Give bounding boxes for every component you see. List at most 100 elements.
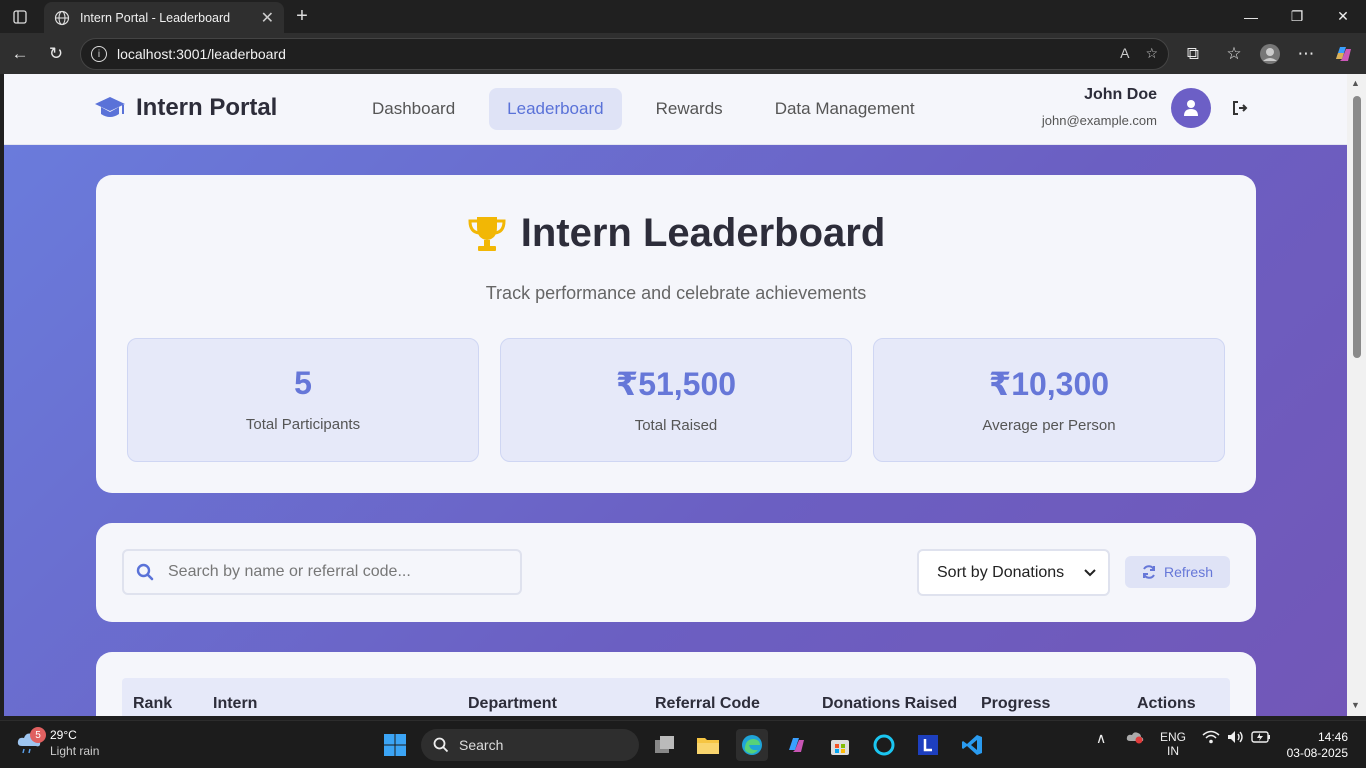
profile-icon[interactable]	[1257, 41, 1283, 67]
refresh-button[interactable]: Refresh	[1125, 556, 1230, 588]
windows-taskbar: 5 29°C Light rain Search ∧ ENG IN 14:46 …	[0, 720, 1366, 768]
search-input[interactable]	[168, 563, 488, 581]
back-icon[interactable]: ←	[7, 41, 33, 67]
task-view-icon[interactable]	[649, 729, 681, 761]
store-icon[interactable]	[824, 729, 856, 761]
volume-icon[interactable]	[1227, 730, 1245, 747]
language-top: ENG	[1160, 730, 1187, 744]
nav-data-management[interactable]: Data Management	[757, 88, 933, 130]
vscode-icon[interactable]	[956, 729, 988, 761]
browser-titlebar: Intern Portal - Leaderboard ✕ + — ❐ ✕	[0, 0, 1366, 33]
chevron-down-icon	[1084, 568, 1096, 576]
nav-leaderboard[interactable]: Leaderboard	[489, 88, 622, 130]
nav-rewards[interactable]: Rewards	[638, 88, 741, 130]
leaderboard-summary-card: Intern Leaderboard Track performance and…	[96, 175, 1256, 493]
user-icon	[1184, 100, 1198, 116]
close-window-icon[interactable]: ✕	[1320, 0, 1366, 33]
stat-label: Total Participants	[245, 416, 361, 433]
page-subtitle: Track performance and celebrate achievem…	[485, 283, 867, 303]
table-header: Rank Intern Department Referral Code Don…	[122, 678, 1230, 716]
page-scrollbar[interactable]: ▲ ▼	[1347, 74, 1366, 716]
weather-temp: 29°C	[50, 728, 77, 742]
stat-label: Average per Person	[982, 417, 1116, 434]
column-header-actions: Actions	[1137, 695, 1196, 712]
alexa-icon[interactable]	[868, 729, 900, 761]
more-menu-icon[interactable]: ⋯	[1293, 41, 1319, 67]
sort-select[interactable]: Sort by Donations	[917, 549, 1110, 596]
close-tab-icon[interactable]: ✕	[261, 8, 274, 28]
app-header: Intern Portal Dashboard Leaderboard Rewa…	[4, 74, 1347, 145]
column-header-progress[interactable]: Progress	[981, 695, 1050, 713]
favorite-star-icon[interactable]: ☆	[1145, 45, 1158, 62]
onedrive-status-icon[interactable]	[1126, 730, 1144, 747]
scroll-down-icon[interactable]: ▼	[1351, 700, 1360, 710]
sort-select-value: Sort by Donations	[937, 563, 1065, 581]
refresh-label: Refresh	[1163, 564, 1214, 580]
reload-icon[interactable]: ↻	[43, 41, 69, 67]
edge-browser-icon[interactable]	[736, 729, 768, 761]
brand-name: Intern Portal	[136, 94, 278, 121]
tab-title: Intern Portal - Leaderboard	[80, 10, 231, 25]
clock-date: 03-08-2025	[1286, 746, 1348, 760]
l-app-icon[interactable]	[912, 729, 944, 761]
leaderboard-table-card: Rank Intern Department Referral Code Don…	[96, 652, 1256, 716]
user-name: John Doe	[1084, 86, 1157, 103]
battery-icon[interactable]	[1251, 730, 1271, 747]
tab-actions-icon[interactable]	[4, 4, 36, 30]
brand[interactable]: Intern Portal	[94, 94, 277, 122]
scrollbar-thumb[interactable]	[1353, 96, 1361, 358]
wifi-icon[interactable]	[1202, 730, 1220, 747]
copilot-icon[interactable]	[1330, 41, 1356, 67]
stat-value: ₹51,500	[615, 366, 737, 402]
browser-toolbar: ← ↻ i localhost:3001/leaderboard A ☆ ⧉ ☆…	[0, 33, 1366, 74]
page-viewport: Intern Portal Dashboard Leaderboard Rewa…	[4, 74, 1347, 716]
site-info-icon[interactable]: i	[91, 46, 107, 62]
avatar[interactable]	[1171, 88, 1211, 128]
taskbar-search[interactable]: Search	[421, 729, 639, 761]
trophy-icon	[468, 216, 506, 251]
column-header-department[interactable]: Department	[468, 695, 557, 713]
weather-widget[interactable]: 5 29°C Light rain	[16, 727, 100, 758]
extensions-icon[interactable]: ⧉	[1180, 41, 1206, 67]
taskbar-search-label: Search	[459, 737, 504, 753]
main-nav: Dashboard Leaderboard Rewards Data Manag…	[354, 88, 933, 130]
address-bar[interactable]: i localhost:3001/leaderboard A ☆	[80, 38, 1169, 70]
language-bottom: IN	[1167, 744, 1179, 758]
search-box[interactable]	[122, 549, 522, 595]
user-email: john@example.com	[1041, 113, 1157, 128]
stat-total-raised: ₹51,500 Total Raised	[500, 338, 852, 462]
page-title-row: Intern Leaderboard	[96, 211, 1256, 256]
logout-icon[interactable]	[1232, 100, 1248, 116]
column-header-rank[interactable]: Rank	[133, 695, 172, 713]
favorites-icon[interactable]: ☆	[1221, 41, 1247, 67]
stat-label: Total Raised	[634, 417, 718, 434]
language-indicator[interactable]: ENG IN	[1160, 730, 1186, 758]
user-info: John Doe john@example.com	[1042, 86, 1157, 128]
show-hidden-icons[interactable]: ∧	[1096, 730, 1106, 747]
copilot-app-icon[interactable]	[780, 729, 812, 761]
url-text: localhost:3001/leaderboard	[117, 46, 286, 62]
weather-badge: 5	[30, 727, 46, 743]
scroll-up-icon[interactable]: ▲	[1351, 78, 1360, 88]
column-header-intern[interactable]: Intern	[213, 695, 257, 713]
stat-total-participants: 5 Total Participants	[127, 338, 479, 462]
clock-time: 14:46	[1317, 730, 1348, 744]
refresh-icon	[1142, 565, 1155, 579]
search-icon	[433, 737, 449, 753]
weather-desc: Light rain	[50, 744, 100, 758]
column-header-donations[interactable]: Donations Raised	[822, 695, 957, 713]
browser-tab[interactable]: Intern Portal - Leaderboard ✕	[44, 2, 284, 33]
filter-card: Sort by Donations Refresh	[96, 523, 1256, 622]
clock[interactable]: 14:46 03-08-2025	[1287, 729, 1348, 761]
graduation-cap-icon	[95, 97, 125, 117]
nav-dashboard[interactable]: Dashboard	[354, 88, 473, 130]
minimize-icon[interactable]: —	[1228, 0, 1274, 33]
file-explorer-icon[interactable]	[692, 729, 724, 761]
page-title: Intern Leaderboard	[520, 211, 886, 255]
column-header-referral-code[interactable]: Referral Code	[655, 695, 760, 713]
new-tab-icon[interactable]: +	[290, 4, 314, 28]
start-icon[interactable]	[379, 729, 411, 761]
search-icon	[136, 563, 154, 581]
restore-icon[interactable]: ❐	[1274, 0, 1320, 33]
read-aloud-icon[interactable]: A	[1120, 45, 1129, 62]
